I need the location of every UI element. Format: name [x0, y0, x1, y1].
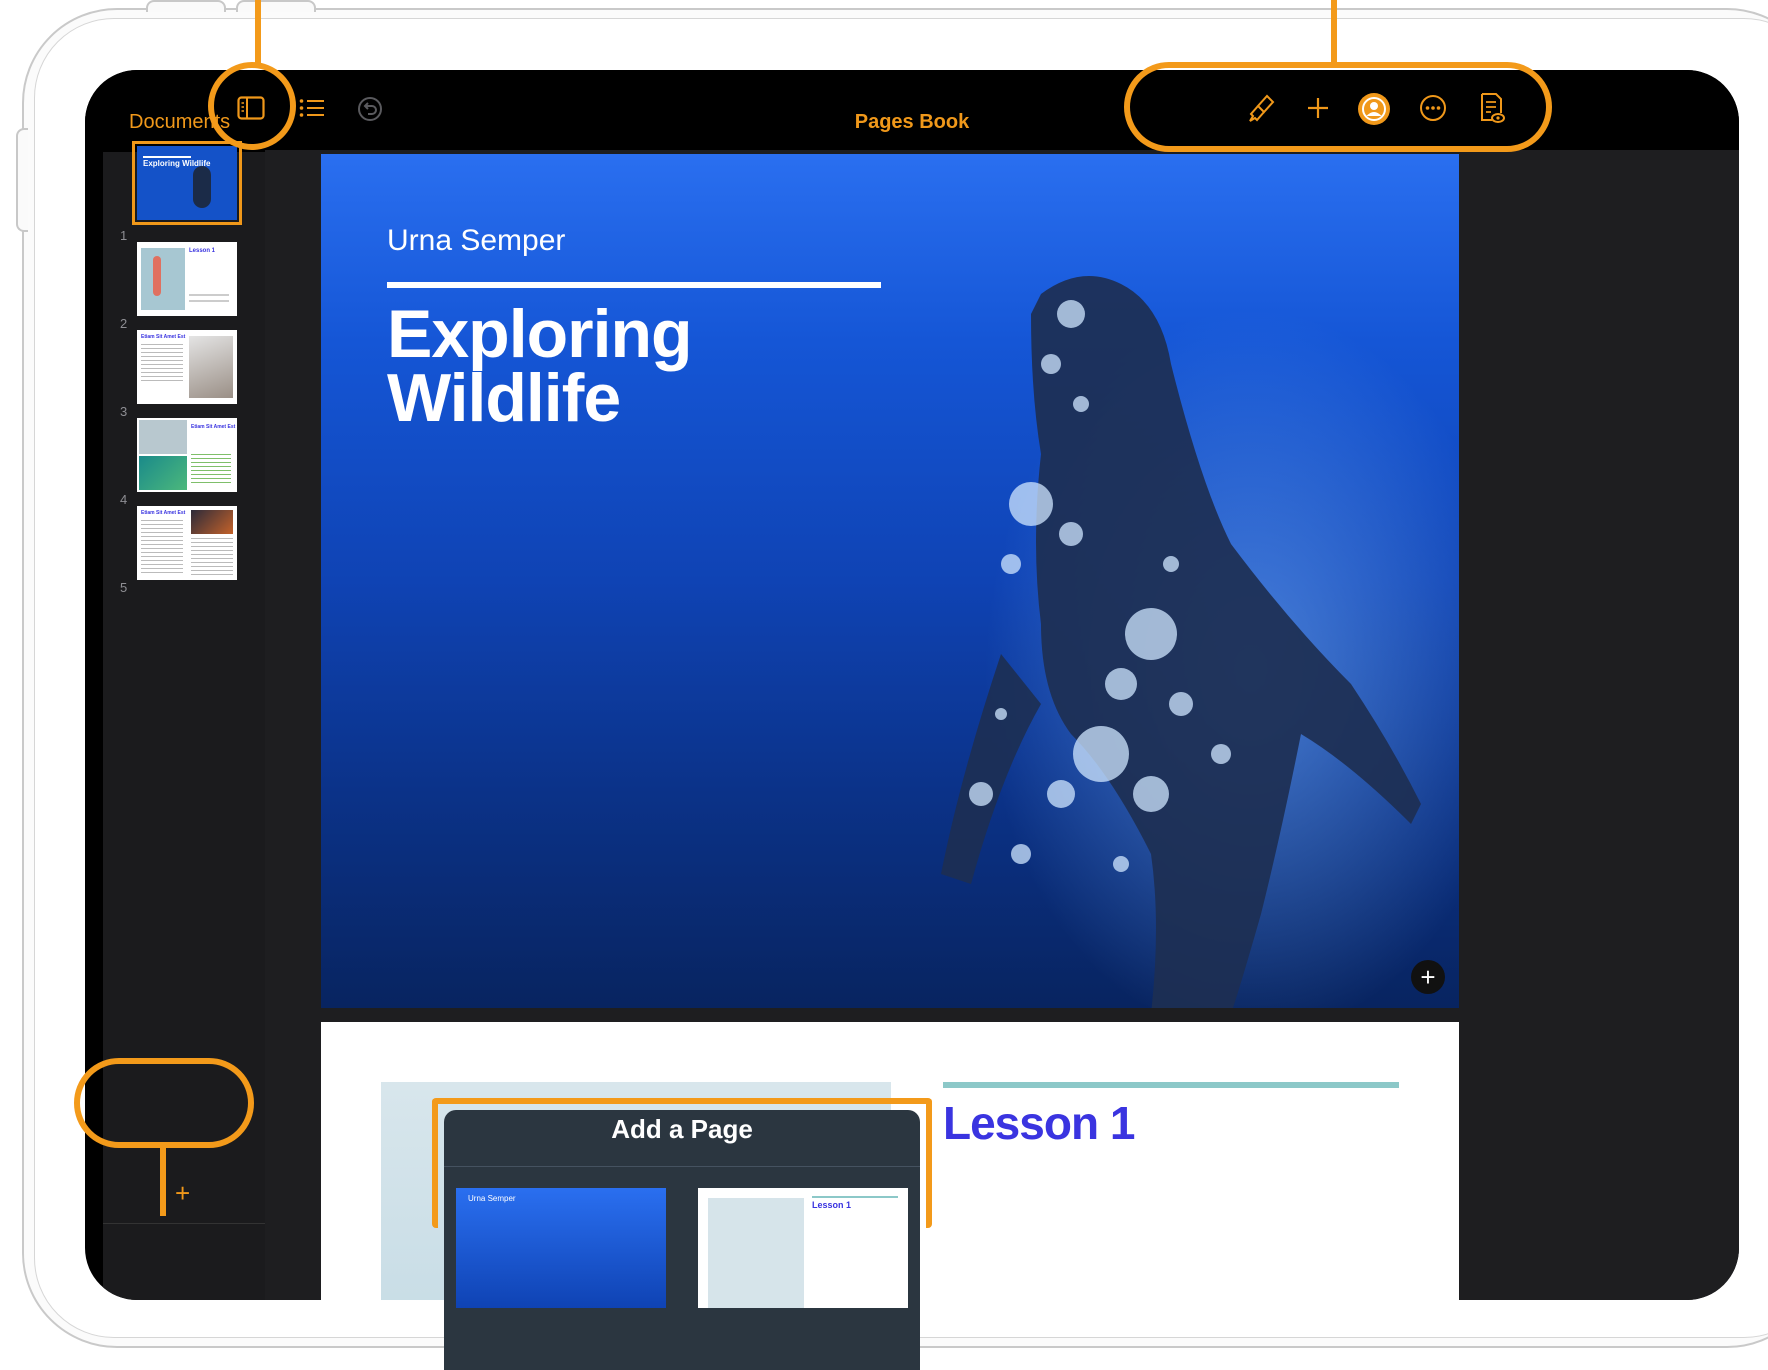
thumbnail-heading: Etiam Sit Amet Est: [191, 424, 236, 430]
page-thumbnail-5[interactable]: Etiam Sit Amet Est: [137, 506, 237, 580]
page-thumbnail-4[interactable]: Etiam Sit Amet Est: [137, 418, 237, 492]
page-number: 4: [120, 492, 128, 507]
toolbar-callout: [1124, 62, 1552, 152]
callout-line: [1331, 0, 1337, 64]
page-number: 1: [120, 228, 128, 243]
thumbnail-heading: Etiam Sit Amet Est: [141, 334, 186, 340]
top-button: [16, 128, 28, 232]
sea-lion-image: [941, 276, 1421, 1008]
sidebar-divider: [103, 1223, 265, 1224]
volume-button: [236, 0, 316, 12]
page-number: 5: [120, 580, 128, 595]
page-number: 3: [120, 404, 128, 419]
page-number: 2: [120, 316, 128, 331]
page-thumbnail-2[interactable]: Lesson 1: [137, 242, 237, 316]
sidebar-callout: [208, 62, 296, 150]
title-line-2: Wildlife: [387, 360, 621, 436]
lesson-accent-line: [943, 1082, 1399, 1088]
lesson-heading[interactable]: Lesson 1: [943, 1096, 1135, 1150]
add-page-callout: [74, 1058, 254, 1148]
popover-callout: [432, 1098, 932, 1228]
title-line-1: Exploring: [387, 296, 693, 372]
cover-title[interactable]: Exploring Wildlife: [387, 296, 693, 436]
thumbnail-heading: Etiam Sit Amet Est: [141, 510, 186, 516]
thumbnail-heading: Exploring Wildlife: [143, 159, 211, 168]
volume-button: [146, 0, 226, 12]
page-thumbnail-3[interactable]: Etiam Sit Amet Est: [137, 330, 237, 404]
author-name[interactable]: Urna Semper: [387, 224, 565, 258]
callout-line: [160, 1146, 166, 1216]
callout-line: [255, 0, 261, 64]
add-object-button[interactable]: +: [1411, 960, 1445, 994]
thumbnail-heading: Lesson 1: [189, 248, 216, 254]
title-rule: [387, 282, 881, 288]
add-page-button[interactable]: +: [175, 1180, 190, 1206]
cover-page[interactable]: Urna Semper Exploring Wildlife +: [321, 154, 1459, 1008]
page-thumbnail-1[interactable]: Exploring Wildlife: [132, 141, 242, 225]
